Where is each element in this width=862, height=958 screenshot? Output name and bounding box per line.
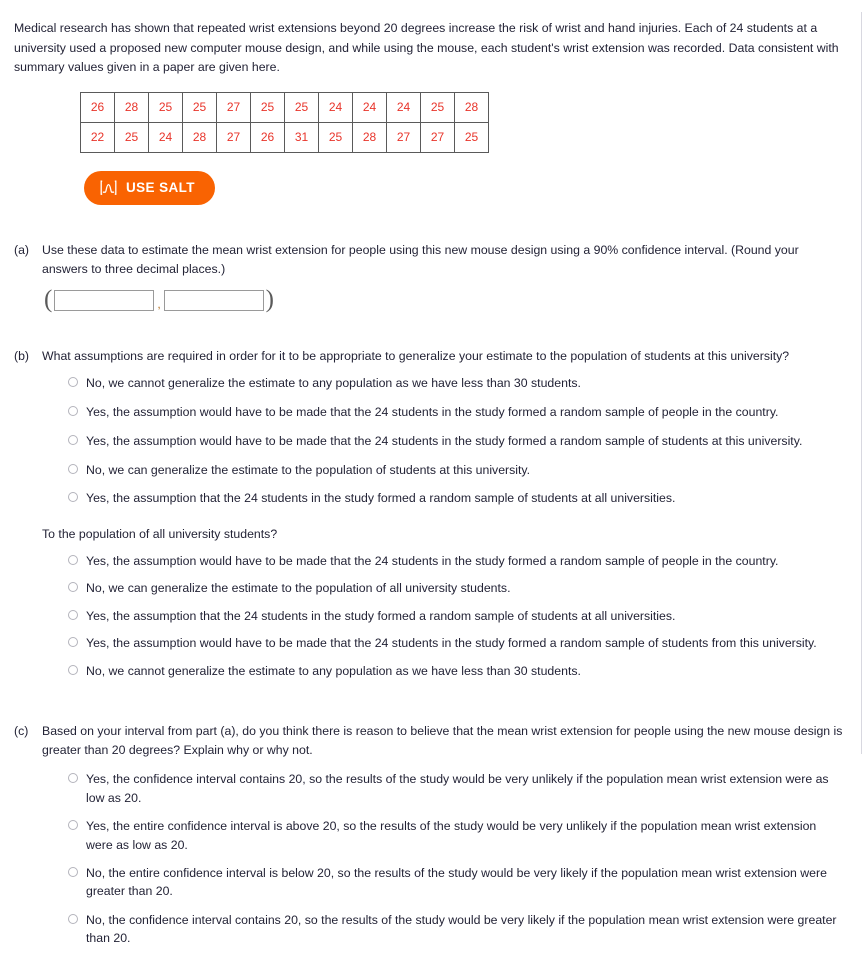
data-cell: 27 xyxy=(216,121,251,153)
radio-option-label: Yes, the assumption would have to be mad… xyxy=(86,404,779,419)
data-cell: 25 xyxy=(454,121,489,153)
data-cell: 28 xyxy=(454,91,489,123)
wrist-extension-data-table: 26 28 25 25 27 25 25 24 24 24 25 28 22 25 24 28 27 26 31 25… xyxy=(80,91,489,153)
radio-option-label: Yes, the assumption that the 24 students… xyxy=(86,608,676,623)
part-c-body: Based on your interval from part (a), do… xyxy=(42,722,843,958)
use-salt-button[interactable]: USE SALT xyxy=(84,170,215,205)
data-cell: 24 xyxy=(386,91,421,123)
radio-button-b2-2[interactable] xyxy=(68,582,78,593)
part-a-label: (a) xyxy=(14,242,30,257)
data-cell: 28 xyxy=(182,121,217,153)
lower-bound-input[interactable] xyxy=(54,289,155,311)
problem-statement: Medical research has shown that repeated… xyxy=(14,21,839,75)
part-a-question: Use these data to estimate the mean wris… xyxy=(42,242,799,276)
part-c: (c) Based on your interval from part (a)… xyxy=(0,722,861,958)
interval-separator: , xyxy=(157,296,161,311)
radio-option-label: No, we cannot generalize the estimate to… xyxy=(86,663,581,678)
radio-option[interactable]: Yes, the confidence interval contains 20… xyxy=(68,770,843,807)
part-c-label: (c) xyxy=(14,724,29,739)
part-b: (b) What assumptions are required in ord… xyxy=(0,347,861,689)
radio-option[interactable]: Yes, the assumption that the 24 students… xyxy=(68,607,843,625)
radio-option-label: Yes, the assumption would have to be mad… xyxy=(86,553,779,568)
data-cell: 24 xyxy=(318,91,353,123)
use-salt-button-label: USE SALT xyxy=(126,180,195,196)
radio-option-label: Yes, the assumption would have to be mad… xyxy=(86,433,803,448)
part-b-question: What assumptions are required in order f… xyxy=(42,348,790,363)
data-cell: 25 xyxy=(148,91,183,123)
data-cell: 25 xyxy=(114,121,149,153)
part-c-options: Yes, the confidence interval contains 20… xyxy=(42,770,843,948)
data-cell: 31 xyxy=(284,121,319,153)
homework-question-page: Medical research has shown that repeated… xyxy=(0,12,862,945)
radio-button-b2-5[interactable] xyxy=(68,664,78,675)
data-table-container: 26 28 25 25 27 25 25 24 24 24 25 28 22 25 24 28 27 26 31 25… xyxy=(80,91,861,153)
radio-option[interactable]: Yes, the assumption would have to be mad… xyxy=(68,552,843,570)
salt-button-row: USE SALT xyxy=(84,170,861,205)
confidence-interval-answer-row: ( , ) xyxy=(42,285,843,313)
part-c-question: Based on your interval from part (a), do… xyxy=(42,724,843,758)
part-b-all-universities-options: Yes, the assumption would have to be mad… xyxy=(42,552,843,680)
data-cell: 24 xyxy=(352,91,387,123)
radio-button-c-1[interactable] xyxy=(68,773,78,784)
upper-bound-input[interactable] xyxy=(163,289,264,311)
distribution-curve-icon xyxy=(100,180,117,196)
data-cell: 25 xyxy=(420,91,455,123)
data-cell: 25 xyxy=(284,91,319,123)
data-cell: 25 xyxy=(318,121,353,153)
radio-option[interactable]: No, we cannot generalize the estimate to… xyxy=(68,662,843,680)
part-b-body: What assumptions are required in order f… xyxy=(42,347,843,689)
data-cell: 22 xyxy=(80,121,115,153)
radio-button-c-2[interactable] xyxy=(68,820,78,831)
radio-option-label: Yes, the confidence interval contains 20… xyxy=(86,772,829,805)
data-cell: 25 xyxy=(182,91,217,123)
radio-option[interactable]: No, the confidence interval contains 20,… xyxy=(68,911,843,948)
radio-button-c-3[interactable] xyxy=(68,866,78,877)
radio-button-b1-1[interactable] xyxy=(68,376,78,387)
data-cell: 26 xyxy=(250,121,285,153)
radio-option[interactable]: Yes, the assumption would have to be mad… xyxy=(68,634,843,652)
radio-button-b2-1[interactable] xyxy=(68,554,78,565)
radio-option[interactable]: No, we cannot generalize the estimate to… xyxy=(68,374,843,392)
radio-option-label: No, the entire confidence interval is be… xyxy=(86,865,827,899)
radio-button-c-4[interactable] xyxy=(68,913,78,924)
table-row: 26 28 25 25 27 25 25 24 24 24 25 28 xyxy=(80,91,489,123)
radio-button-b1-2[interactable] xyxy=(68,405,78,416)
radio-option-label: Yes, the assumption would have to be mad… xyxy=(86,636,817,651)
radio-option-label: Yes, the assumption that the 24 students… xyxy=(86,491,676,506)
part-b-university-options: No, we cannot generalize the estimate to… xyxy=(42,374,843,508)
table-row: 22 25 24 28 27 26 31 25 28 27 27 25 xyxy=(80,121,489,153)
radio-button-b1-5[interactable] xyxy=(68,492,78,503)
data-cell: 27 xyxy=(386,121,421,153)
radio-button-b1-3[interactable] xyxy=(68,434,78,445)
data-cell: 27 xyxy=(216,91,251,123)
open-paren: ( xyxy=(44,285,53,313)
radio-option[interactable]: Yes, the entire confidence interval is a… xyxy=(68,817,843,854)
radio-option[interactable]: No, the entire confidence interval is be… xyxy=(68,864,843,901)
radio-button-b2-4[interactable] xyxy=(68,637,78,648)
part-a: (a) Use these data to estimate the mean … xyxy=(0,241,861,313)
part-a-body: Use these data to estimate the mean wris… xyxy=(42,241,843,313)
part-b-label: (b) xyxy=(14,348,30,363)
radio-option-label: No, we can generalize the estimate to th… xyxy=(86,581,511,596)
data-table-body: 26 28 25 25 27 25 25 24 24 24 25 28 22 25 24 28 27 26 31 25… xyxy=(80,91,489,153)
radio-option-label: Yes, the entire confidence interval is a… xyxy=(86,819,817,852)
radio-option[interactable]: No, we can generalize the estimate to th… xyxy=(68,461,843,479)
data-cell: 25 xyxy=(250,91,285,123)
part-b-subquestion: To the population of all university stud… xyxy=(42,526,278,541)
radio-option-label: No, the confidence interval contains 20,… xyxy=(86,912,837,946)
radio-option-label: No, we can generalize the estimate to th… xyxy=(86,462,531,477)
radio-option[interactable]: No, we can generalize the estimate to th… xyxy=(68,579,843,597)
radio-option[interactable]: Yes, the assumption that the 24 students… xyxy=(68,489,843,507)
data-cell: 28 xyxy=(114,91,149,123)
close-paren: ) xyxy=(265,285,274,313)
data-cell: 24 xyxy=(148,121,183,153)
radio-option-label: No, we cannot generalize the estimate to… xyxy=(86,375,581,390)
data-cell: 27 xyxy=(420,121,455,153)
radio-option[interactable]: Yes, the assumption would have to be mad… xyxy=(68,403,843,421)
radio-option[interactable]: Yes, the assumption would have to be mad… xyxy=(68,432,843,450)
radio-button-b2-3[interactable] xyxy=(68,609,78,620)
radio-button-b1-4[interactable] xyxy=(68,463,78,474)
data-cell: 26 xyxy=(80,91,115,123)
data-cell: 28 xyxy=(352,121,387,153)
